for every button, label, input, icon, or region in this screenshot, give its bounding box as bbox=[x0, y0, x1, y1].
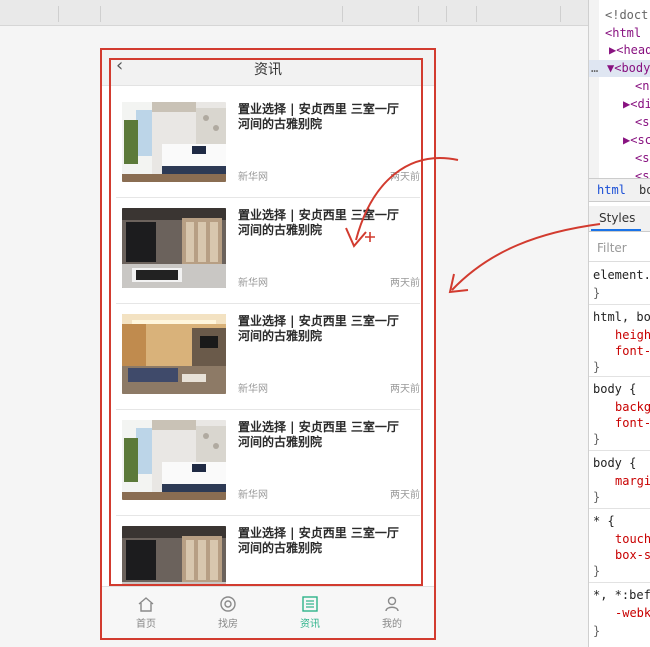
news-icon bbox=[302, 596, 318, 612]
devtools-panel: <!doct <html ▶<head … ▼<body <no ▶<di <s… bbox=[588, 0, 650, 647]
news-source: 新华网 bbox=[238, 384, 268, 395]
search-icon bbox=[220, 596, 236, 612]
more-icon[interactable]: … bbox=[591, 61, 598, 75]
css-property[interactable]: box-s bbox=[615, 548, 650, 562]
css-brace: } bbox=[593, 360, 601, 374]
nav-bar: ‹ 资讯 bbox=[102, 50, 434, 86]
tab-label: 我的 bbox=[382, 619, 402, 630]
news-headline: 置业选择 | 安贞西里 三室一厅 河间的古雅别院 bbox=[238, 208, 399, 237]
tab-body[interactable]: bo bbox=[639, 183, 650, 197]
css-brace: } bbox=[593, 432, 601, 446]
filter-placeholder: Filter bbox=[597, 241, 627, 255]
toolbar-divider bbox=[58, 6, 59, 22]
news-thumbnail bbox=[122, 314, 226, 394]
css-property[interactable]: backg bbox=[615, 400, 650, 414]
rule-separator bbox=[589, 582, 650, 583]
css-selector: element. bbox=[593, 268, 650, 282]
css-selector: *, *:bef bbox=[593, 588, 650, 602]
news-thumbnail bbox=[122, 102, 226, 182]
css-brace: } bbox=[593, 490, 601, 504]
news-source: 新华网 bbox=[238, 278, 268, 289]
tab-bar: 首页 找房 资讯 我的 bbox=[102, 586, 434, 638]
news-time: 两天前 bbox=[390, 490, 420, 501]
news-headline: 置业选择 | 安贞西里 三室一厅 河间的古雅别院 bbox=[238, 526, 399, 555]
elements-gutter bbox=[589, 0, 599, 180]
css-property[interactable]: font- bbox=[615, 416, 650, 430]
news-time: 两天前 bbox=[390, 278, 420, 289]
home-icon bbox=[138, 597, 154, 612]
news-list: 置业选择 | 安贞西里 三室一厅 河间的古雅别院 新华网 两天前 置业选择 | … bbox=[102, 92, 434, 622]
tab-find-house[interactable]: 找房 bbox=[198, 595, 258, 630]
news-time: 两天前 bbox=[390, 384, 420, 395]
news-item[interactable]: 置业选择 | 安贞西里 三室一厅 河间的古雅别院 新华网 两天前 bbox=[116, 198, 420, 304]
toolbar-divider bbox=[476, 6, 477, 22]
page-title: 资讯 bbox=[254, 62, 282, 78]
news-item[interactable]: 置业选择 | 安贞西里 三室一厅 河间的古雅别院 新华网 两天前 bbox=[116, 410, 420, 516]
rule-separator bbox=[589, 304, 650, 305]
css-property[interactable]: -webk bbox=[615, 606, 650, 620]
news-thumbnail bbox=[122, 208, 226, 288]
news-thumbnail bbox=[122, 420, 226, 500]
toolbar-divider bbox=[100, 6, 101, 22]
tab-news[interactable]: 资讯 bbox=[280, 595, 340, 630]
css-brace: } bbox=[593, 624, 601, 638]
tab-label: 资讯 bbox=[300, 619, 320, 630]
news-time: 两天前 bbox=[390, 172, 420, 183]
tab-home[interactable]: 首页 bbox=[116, 595, 176, 630]
toolbar-divider bbox=[418, 6, 419, 22]
css-selector: * { bbox=[593, 514, 615, 528]
css-brace: } bbox=[593, 564, 601, 578]
tab-label: 找房 bbox=[218, 619, 238, 630]
rule-separator bbox=[589, 376, 650, 377]
dom-node[interactable]: <!doct bbox=[605, 8, 648, 22]
tab-html[interactable]: html bbox=[597, 183, 626, 197]
news-headline: 置业选择 | 安贞西里 三室一厅 河间的古雅别院 bbox=[238, 420, 399, 449]
tab-styles[interactable]: Styles bbox=[599, 211, 635, 225]
dom-node[interactable]: <sc bbox=[635, 115, 650, 129]
css-selector: html, bo bbox=[593, 310, 650, 324]
styles-tabs: Styles bbox=[589, 206, 650, 232]
mobile-viewport: ‹ 资讯 置业选择 | 安贞西里 三室一厅 河间的古雅别院 新华网 两天前 置业… bbox=[100, 48, 436, 640]
dom-node[interactable]: ▶<head bbox=[609, 43, 650, 57]
dom-node[interactable]: ▶<di bbox=[623, 97, 650, 111]
css-selector: body { bbox=[593, 382, 637, 396]
breadcrumb-tabs: html bo bbox=[589, 178, 650, 202]
news-source: 新华网 bbox=[238, 490, 268, 501]
tab-mine[interactable]: 我的 bbox=[362, 595, 422, 630]
css-selector: body { bbox=[593, 456, 637, 470]
toolbar-divider bbox=[342, 6, 343, 22]
news-item[interactable]: 置业选择 | 安贞西里 三室一厅 河间的古雅别院 新华网 两天前 bbox=[116, 304, 420, 410]
css-property[interactable]: touch bbox=[615, 532, 650, 546]
toolbar-divider bbox=[560, 6, 561, 22]
browser-toolbar bbox=[0, 0, 588, 26]
dom-node[interactable]: <html bbox=[605, 26, 641, 40]
css-property[interactable]: heigh bbox=[615, 328, 650, 342]
dom-node[interactable]: ▶<sc bbox=[623, 133, 650, 147]
css-property[interactable]: font- bbox=[615, 344, 650, 358]
tab-label: 首页 bbox=[136, 619, 156, 630]
rule-separator bbox=[589, 508, 650, 509]
news-headline: 置业选择 | 安贞西里 三室一厅 河间的古雅别院 bbox=[238, 102, 399, 131]
dom-node[interactable]: ▼<body bbox=[607, 61, 650, 75]
css-property[interactable]: margi bbox=[615, 474, 650, 488]
news-source: 新华网 bbox=[238, 172, 268, 183]
user-icon bbox=[385, 596, 399, 612]
news-headline: 置业选择 | 安贞西里 三室一厅 河间的古雅别院 bbox=[238, 314, 399, 343]
dom-node[interactable]: <sc bbox=[635, 151, 650, 165]
dom-node[interactable]: <no bbox=[635, 79, 650, 93]
toolbar-divider bbox=[446, 6, 447, 22]
css-brace: } bbox=[593, 286, 601, 300]
rule-separator bbox=[589, 450, 650, 451]
filter-input[interactable]: Filter bbox=[589, 236, 650, 262]
news-item[interactable]: 置业选择 | 安贞西里 三室一厅 河间的古雅别院 新华网 两天前 bbox=[116, 92, 420, 198]
active-tab-indicator bbox=[591, 229, 641, 231]
